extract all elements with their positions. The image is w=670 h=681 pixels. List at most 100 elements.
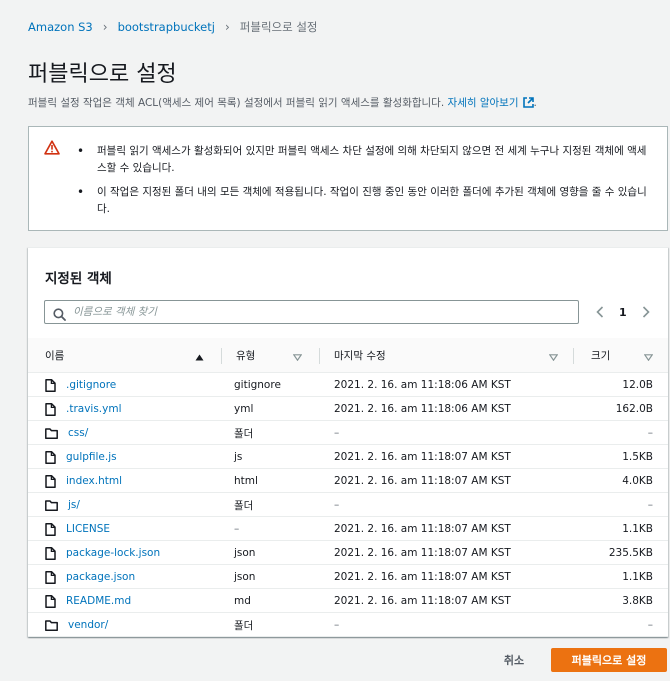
cell-modified: 2021. 2. 16. am 11:18:07 AM KST <box>334 475 511 487</box>
file-icon <box>45 474 56 488</box>
chevron-right-icon: › <box>224 20 230 34</box>
breadcrumb-amazon-s3[interactable]: Amazon S3 <box>28 20 93 34</box>
folder-icon <box>45 427 58 439</box>
column-divider <box>221 348 222 364</box>
table-row: package.json json 2021. 2. 16. am 11:18:07… <box>28 565 668 589</box>
warning-icon <box>44 140 60 159</box>
object-name-link[interactable]: index.html <box>66 475 122 487</box>
object-name-link[interactable]: js/ <box>68 499 80 511</box>
column-header-name[interactable]: 이름 <box>45 338 64 373</box>
breadcrumb-current: 퍼블릭으로 설정 <box>239 20 318 34</box>
cell-modified: – <box>334 619 340 631</box>
cell-type: json <box>234 547 256 559</box>
chevron-right-icon <box>642 306 650 318</box>
column-divider <box>319 348 320 364</box>
breadcrumb: Amazon S3 › bootstrapbucketj › 퍼블릭으로 설정 <box>28 19 318 35</box>
search-input[interactable] <box>73 303 568 321</box>
table-row: .travis.yml yml 2021. 2. 16. am 11:18:06 A… <box>28 397 668 421</box>
object-name-link[interactable]: README.md <box>66 595 131 607</box>
table-row: index.html html 2021. 2. 16. am 11:18:07 A… <box>28 469 668 493</box>
cell-size: 1.5KB <box>622 451 653 463</box>
cell-modified: 2021. 2. 16. am 11:18:07 AM KST <box>334 595 511 607</box>
cell-size: 4.0KB <box>622 475 653 487</box>
sort-ascending-icon[interactable] <box>195 352 204 364</box>
cell-size: 1.1KB <box>622 571 653 583</box>
object-name-link[interactable]: vendor/ <box>68 619 108 631</box>
column-divider <box>573 348 574 364</box>
external-link-icon <box>522 97 534 111</box>
cell-name: package-lock.json <box>45 541 160 565</box>
cell-name: vendor/ <box>45 613 108 637</box>
cell-type: 폴더 <box>234 619 254 632</box>
learn-more-label: 자세히 알아보기 <box>447 97 519 109</box>
object-table-body: .gitignore gitignore 2021. 2. 16. am 11:18… <box>28 373 668 637</box>
file-icon <box>45 570 56 584</box>
search-box <box>44 300 579 324</box>
cell-type: json <box>234 571 256 583</box>
cell-type: 폴더 <box>234 427 254 440</box>
object-name-link[interactable]: LICENSE <box>66 523 110 535</box>
cell-modified: 2021. 2. 16. am 11:18:07 AM KST <box>334 451 511 463</box>
object-name-link[interactable]: .gitignore <box>66 379 116 391</box>
previous-page-button[interactable] <box>593 304 607 320</box>
learn-more-link[interactable]: 자세히 알아보기 <box>448 97 534 109</box>
search-icon <box>53 306 66 325</box>
cell-name: package.json <box>45 565 135 589</box>
cell-name: .gitignore <box>45 373 116 397</box>
cell-modified: – <box>334 499 340 511</box>
table-header: 이름 유형 마지막 수정 크기 <box>28 338 668 373</box>
cell-type: js <box>234 451 243 463</box>
cell-size: 12.0B <box>622 379 653 391</box>
cell-type: – <box>234 523 240 535</box>
warning-item: 이 작업은 지정된 폴더 내의 모든 객체에 적용됩니다. 작업이 진행 중인 … <box>77 184 653 218</box>
cell-name: README.md <box>45 589 131 613</box>
cell-size: 1.1KB <box>622 523 653 535</box>
warning-item: 퍼블릭 읽기 액세스가 활성화되어 있지만 퍼블릭 액세스 차단 설정에 의해 … <box>77 143 653 177</box>
chevron-right-icon: › <box>102 20 108 34</box>
page-title: 퍼블릭으로 설정 <box>28 62 177 87</box>
cell-modified: 2021. 2. 16. am 11:18:07 AM KST <box>334 523 511 535</box>
object-name-link[interactable]: css/ <box>68 427 88 439</box>
cell-name: index.html <box>45 469 122 493</box>
object-name-link[interactable]: package-lock.json <box>66 547 160 559</box>
cell-modified: 2021. 2. 16. am 11:18:07 AM KST <box>334 571 511 583</box>
sort-icon[interactable] <box>292 352 303 364</box>
table-row: css/폴더 – – <box>28 421 668 445</box>
breadcrumb-bucket[interactable]: bootstrapbucketj <box>118 20 215 34</box>
column-header-modified[interactable]: 마지막 수정 <box>334 338 386 373</box>
cell-name: .travis.yml <box>45 397 122 421</box>
cell-type: gitignore <box>234 379 281 391</box>
cell-type: md <box>234 595 251 607</box>
cancel-button[interactable]: 취소 <box>488 649 540 671</box>
current-page[interactable]: 1 <box>619 306 627 319</box>
table-row: js/폴더 – – <box>28 493 668 517</box>
cell-type: 폴더 <box>234 499 254 512</box>
table-row: gulpfile.js js 2021. 2. 16. am 11:18:07 AM… <box>28 445 668 469</box>
file-icon <box>45 450 56 464</box>
cell-type: html <box>234 475 258 487</box>
column-header-type[interactable]: 유형 <box>236 338 255 373</box>
object-name-link[interactable]: .travis.yml <box>66 403 122 415</box>
column-header-size[interactable]: 크기 <box>591 338 610 373</box>
table-row: .gitignore gitignore 2021. 2. 16. am 11:18… <box>28 373 668 397</box>
table-row: vendor/폴더 – – <box>28 613 668 637</box>
sort-icon[interactable] <box>548 352 559 364</box>
cell-name: css/ <box>45 421 88 445</box>
folder-icon <box>45 619 58 631</box>
pagination: 1 <box>593 304 653 320</box>
table-row: LICENSE – 2021. 2. 16. am 11:18:07 AM KST 1… <box>28 517 668 541</box>
sort-icon[interactable] <box>643 352 654 364</box>
cell-modified: 2021. 2. 16. am 11:18:06 AM KST <box>334 403 511 415</box>
folder-icon <box>45 499 58 511</box>
cell-size: 3.8KB <box>622 595 653 607</box>
file-icon <box>45 378 56 392</box>
object-name-link[interactable]: package.json <box>66 571 135 583</box>
next-page-button[interactable] <box>639 304 653 320</box>
make-public-button[interactable]: 퍼블릭으로 설정 <box>551 648 667 672</box>
file-icon <box>45 402 56 416</box>
file-icon <box>45 546 56 560</box>
warning-alert: 퍼블릭 읽기 액세스가 활성화되어 있지만 퍼블릭 액세스 차단 설정에 의해 … <box>28 126 668 231</box>
table-row: README.md md 2021. 2. 16. am 11:18:07 AM K… <box>28 589 668 613</box>
object-name-link[interactable]: gulpfile.js <box>66 451 117 463</box>
cell-modified: 2021. 2. 16. am 11:18:07 AM KST <box>334 547 511 559</box>
